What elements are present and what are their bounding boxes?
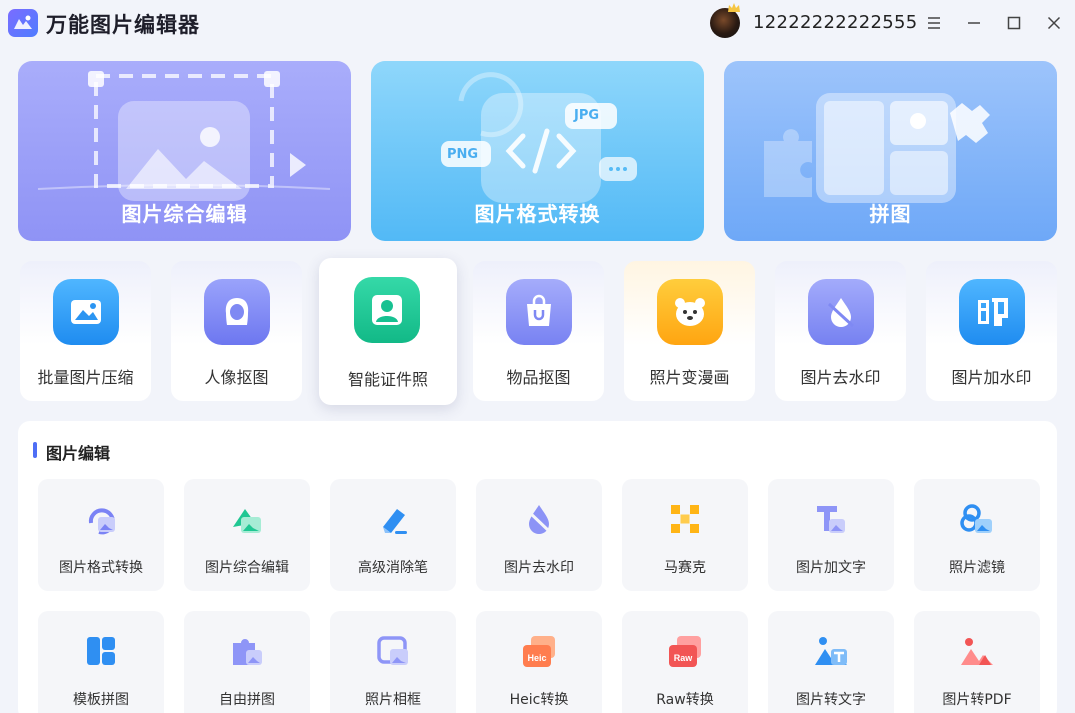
format-convert-icon — [88, 508, 115, 535]
png-badge: PNG — [447, 147, 479, 162]
raw-badge-text: Raw — [674, 653, 694, 663]
card-format-convert[interactable]: PNG JPG 图片格式转换 — [371, 61, 704, 241]
minimize-icon[interactable] — [963, 12, 985, 34]
image-compress-icon — [53, 279, 119, 345]
bear-icon — [657, 279, 723, 345]
tool-label: 物品抠图 — [506, 368, 571, 387]
feature-image-edit[interactable]: 图片综合编辑 — [184, 479, 310, 591]
feature-image-to-pdf[interactable]: 图片转PDF — [914, 611, 1040, 713]
image-edit-icon — [233, 509, 261, 533]
puzzle-icon — [233, 639, 262, 665]
tool-label: 照片变漫画 — [649, 368, 730, 387]
feature-label: 马赛克 — [664, 560, 706, 576]
card-collage-label: 拼图 — [869, 202, 912, 226]
feature-label: 模板拼图 — [73, 692, 129, 708]
app-title: 万能图片编辑器 — [46, 13, 200, 37]
card-format-convert-label: 图片格式转换 — [474, 202, 601, 226]
feature-label: 高级消除笔 — [358, 560, 428, 576]
tool-id-photo[interactable]: 智能证件照 — [319, 258, 457, 405]
tool-label: 批量图片压缩 — [37, 368, 134, 387]
eraser-pen-icon — [383, 509, 407, 534]
card-collage[interactable]: 拼图 — [724, 61, 1057, 241]
feature-label: 图片转文字 — [796, 692, 866, 708]
tool-label: 图片加水印 — [951, 368, 1032, 387]
card-image-edit-label: 图片综合编辑 — [121, 202, 248, 226]
feature-heic-convert[interactable]: Heic Heic转换 — [476, 611, 602, 713]
tool-batch-compress[interactable]: 批量图片压缩 — [20, 261, 151, 401]
eraser-drop-icon — [808, 279, 874, 345]
feature-label: 图片转PDF — [942, 692, 1012, 708]
feature-format-convert[interactable]: 图片格式转换 — [38, 479, 164, 591]
feature-label: 图片综合编辑 — [205, 560, 289, 576]
title-bar: 万能图片编辑器 12222222222555 — [0, 0, 1075, 46]
app-logo-icon — [8, 9, 38, 37]
tool-label: 智能证件照 — [347, 370, 428, 389]
stamp-icon — [959, 279, 1025, 345]
raw-icon: Raw — [669, 636, 701, 667]
tool-portrait-cutout[interactable]: 人像抠图 — [171, 261, 302, 401]
card-image-edit[interactable]: 图片综合编辑 — [18, 61, 351, 241]
tool-object-cutout[interactable]: 物品抠图 — [473, 261, 604, 401]
id-photo-icon — [354, 277, 420, 343]
mosaic-icon — [671, 505, 699, 533]
feature-label: 图片格式转换 — [59, 560, 143, 576]
image-to-text-icon — [815, 637, 847, 665]
portrait-cutout-icon — [204, 279, 270, 345]
feature-image-to-text[interactable]: 图片转文字 — [768, 611, 894, 713]
feature-remove-watermark[interactable]: 图片去水印 — [476, 479, 602, 591]
feature-photo-filter[interactable]: 照片滤镜 — [914, 479, 1040, 591]
feature-raw-convert[interactable]: Raw Raw转换 — [622, 611, 748, 713]
remove-watermark-icon — [526, 505, 552, 534]
image-edit-panel: 图片编辑 图片格式转换 图片综合编辑 高级消除笔 图片去水印 马赛克 图片加文字… — [18, 421, 1057, 713]
tool-remove-watermark[interactable]: 图片去水印 — [775, 261, 906, 401]
tool-add-watermark[interactable]: 图片加水印 — [926, 261, 1057, 401]
filter-icon — [960, 504, 992, 533]
section-marker — [33, 442, 37, 458]
image-to-pdf-icon — [961, 638, 993, 665]
feature-free-collage[interactable]: 自由拼图 — [184, 611, 310, 713]
feature-add-text[interactable]: 图片加文字 — [768, 479, 894, 591]
tool-label: 人像抠图 — [204, 368, 269, 387]
add-text-icon — [817, 506, 845, 533]
crown-icon — [728, 3, 740, 12]
tool-label: 图片去水印 — [800, 368, 881, 387]
template-collage-icon — [87, 637, 115, 665]
menu-icon[interactable] — [923, 12, 945, 34]
tool-photo-to-cartoon[interactable]: 照片变漫画 — [624, 261, 755, 401]
heic-icon: Heic — [523, 636, 555, 667]
feature-label: 图片去水印 — [504, 560, 574, 576]
shopping-bag-icon — [506, 279, 572, 345]
section-title: 图片编辑 — [46, 444, 111, 463]
user-avatar[interactable] — [710, 3, 740, 38]
user-id[interactable]: 12222222222555 — [753, 12, 918, 33]
feature-eraser-pen[interactable]: 高级消除笔 — [330, 479, 456, 591]
heic-badge-text: Heic — [527, 653, 546, 663]
feature-label: 照片相框 — [365, 692, 421, 708]
close-icon[interactable] — [1043, 12, 1065, 34]
feature-mosaic[interactable]: 马赛克 — [622, 479, 748, 591]
feature-label: Raw转换 — [656, 692, 714, 708]
feature-label: 自由拼图 — [219, 692, 275, 708]
jpg-badge: JPG — [574, 108, 600, 123]
photo-frame-icon — [377, 636, 408, 665]
feature-label: 图片加文字 — [796, 560, 866, 576]
feature-template-collage[interactable]: 模板拼图 — [38, 611, 164, 713]
feature-label: Heic转换 — [509, 692, 569, 708]
feature-photo-frame[interactable]: 照片相框 — [330, 611, 456, 713]
maximize-icon[interactable] — [1003, 12, 1025, 34]
feature-label: 照片滤镜 — [949, 560, 1005, 576]
